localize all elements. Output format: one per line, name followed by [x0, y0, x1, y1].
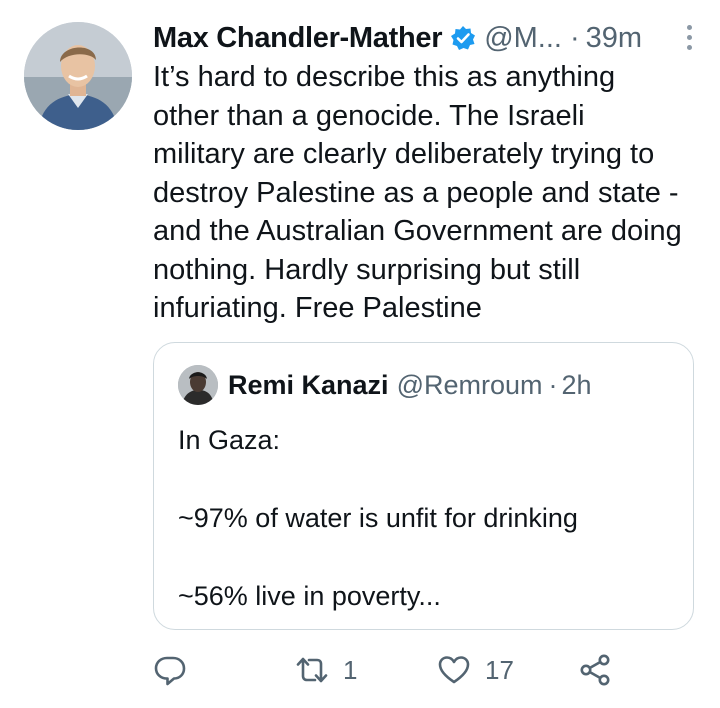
retweet-icon — [296, 657, 328, 683]
avatar-image — [24, 22, 132, 130]
verified-badge-icon — [450, 25, 476, 51]
tweet[interactable]: Max Chandler-Mather @M... · 39m It’s har… — [0, 0, 720, 708]
quoted-author-avatar — [178, 365, 218, 405]
tweet-text: It’s hard to describe this as anything o… — [153, 61, 682, 324]
author-avatar[interactable] — [24, 22, 132, 130]
quoted-tweet-time: 2h — [561, 369, 592, 400]
like-icon — [438, 656, 470, 684]
quoted-tweet[interactable]: Remi Kanazi @Remroum · 2h In Gaza: ~97% … — [153, 342, 694, 630]
quoted-author-handle: @Remroum — [396, 369, 543, 400]
header-separator: · — [569, 21, 580, 54]
tweet-header: Max Chandler-Mather @M... · 39m — [153, 18, 692, 58]
share-button[interactable] — [578, 648, 612, 692]
retweet-count: 1 — [343, 654, 358, 685]
reply-button[interactable] — [153, 648, 201, 692]
quoted-tweet-text: In Gaza: ~97% of water is unfit for drin… — [178, 425, 578, 611]
retweet-button[interactable]: 1 — [295, 648, 357, 692]
reply-icon — [154, 656, 186, 686]
quoted-author-name: Remi Kanazi — [228, 369, 389, 400]
share-icon — [580, 654, 610, 686]
like-count: 17 — [485, 654, 514, 685]
more-icon[interactable] — [684, 22, 694, 52]
quoted-tweet-header: Remi Kanazi @Remroum · 2h — [178, 365, 592, 405]
quoted-header-separator: · — [548, 369, 558, 400]
like-button[interactable]: 17 — [437, 648, 514, 692]
author-name[interactable]: Max Chandler-Mather — [153, 22, 442, 55]
tweet-time[interactable]: 39m — [586, 22, 642, 55]
action-bar: 1 17 — [153, 648, 623, 692]
author-handle[interactable]: @M... — [484, 22, 562, 55]
